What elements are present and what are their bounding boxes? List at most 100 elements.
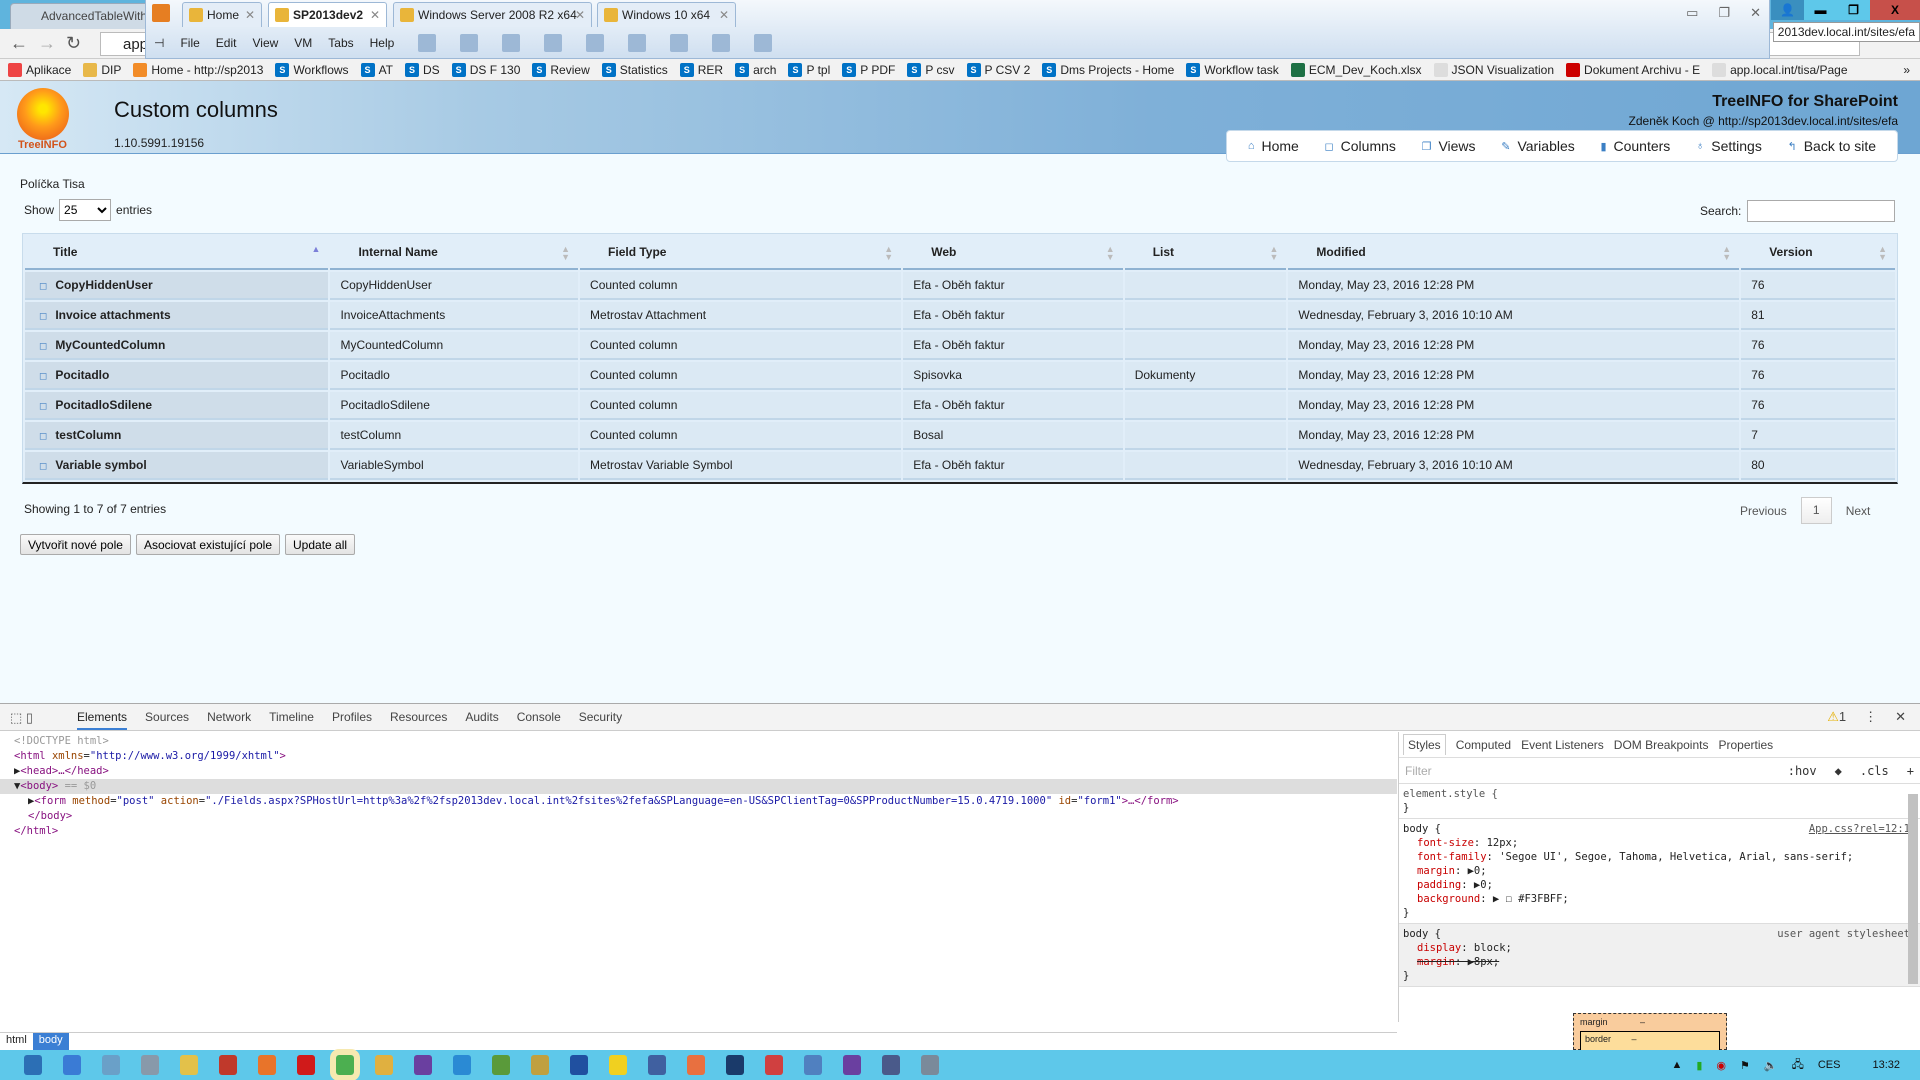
page-button[interactable]: 1 xyxy=(1800,497,1832,524)
taskbar-app-icon[interactable] xyxy=(453,1055,471,1075)
table-row[interactable]: ◻ MyCountedColumn MyCountedColumn Counted c… xyxy=(25,332,1895,360)
taskbar-app-icon[interactable] xyxy=(921,1055,939,1075)
taskbar-app-icon[interactable] xyxy=(258,1055,276,1075)
unity-icon[interactable] xyxy=(670,34,689,52)
volume-icon[interactable]: 🔈 xyxy=(1764,1059,1778,1072)
close-devtools-icon[interactable]: ✕ xyxy=(1895,709,1906,725)
cls-toggle[interactable]: .cls xyxy=(1860,764,1889,778)
dom-line[interactable]: </html> xyxy=(0,824,1397,839)
add-rule-button[interactable]: + xyxy=(1907,764,1914,778)
devtools-tab-timeline[interactable]: Timeline xyxy=(269,710,314,724)
devtools-tab-resources[interactable]: Resources xyxy=(390,710,447,724)
nav-columns[interactable]: ◻ Columns xyxy=(1325,138,1396,154)
rule-source-link[interactable]: App.css?rel=12:1 xyxy=(1809,822,1910,836)
breadcrumb-body[interactable]: body xyxy=(32,1033,69,1050)
style-property[interactable]: padding: ▶0; xyxy=(1403,878,1910,892)
thumbnail-icon[interactable] xyxy=(754,34,773,52)
table-row[interactable]: ◻ Invoice attachments InvoiceAttachments Me… xyxy=(25,302,1895,330)
taskbar-app-icon[interactable] xyxy=(102,1055,120,1075)
taskbar-app-icon[interactable] xyxy=(843,1055,861,1075)
console-icon[interactable] xyxy=(586,34,605,52)
bookmark-item[interactable]: Dokument Archivu - E xyxy=(1566,62,1700,77)
styles-filter[interactable]: Filter :hov ◆ .cls + xyxy=(1399,758,1920,784)
minimize-icon[interactable]: ▬ xyxy=(1804,0,1837,20)
bookmark-item[interactable]: DIP xyxy=(83,62,121,77)
pin-icon[interactable]: ⊣ xyxy=(154,36,164,50)
bookmark-item[interactable]: SP tpl xyxy=(788,62,830,77)
taskbar-app-icon[interactable] xyxy=(687,1055,705,1075)
taskbar-app-icon[interactable] xyxy=(726,1055,744,1075)
column-header-version[interactable]: Version ▲ ▼ xyxy=(1741,236,1895,270)
fullscreen-icon[interactable] xyxy=(628,34,647,52)
taskbar-app-icon[interactable] xyxy=(804,1055,822,1075)
devtools-tab-audits[interactable]: Audits xyxy=(465,710,498,724)
minimize-icon[interactable]: ▭ xyxy=(1686,5,1698,21)
taskbar-app-icon[interactable] xyxy=(330,1049,360,1080)
style-property[interactable]: background: ▶ ☐ #F3FBFF; xyxy=(1403,892,1910,906)
search-input[interactable] xyxy=(1747,200,1896,222)
style-property[interactable]: font-family: 'Segoe UI', Segoe, Tahoma, … xyxy=(1403,850,1910,864)
devtools-tab-sources[interactable]: Sources xyxy=(145,710,189,724)
vm-menu-help[interactable]: Help xyxy=(370,36,395,50)
column-header-title[interactable]: Title ▲ xyxy=(25,236,329,270)
breadcrumb-html[interactable]: html xyxy=(0,1033,33,1050)
table-row[interactable]: ◻ Pocitadlo Pocitadlo Counted column Spisovk… xyxy=(25,362,1895,390)
dom-line[interactable]: ▶<form method="post" action="./Fields.as… xyxy=(0,794,1397,809)
pause-icon[interactable] xyxy=(418,34,437,52)
styles-subtab[interactable]: Styles xyxy=(1403,734,1446,755)
close-icon[interactable]: X xyxy=(1870,0,1920,20)
devtools-tab-security[interactable]: Security xyxy=(579,710,622,724)
taskbar-app-icon[interactable] xyxy=(492,1055,510,1075)
close-tab-icon[interactable]: ✕ xyxy=(719,8,729,22)
column-header-modified[interactable]: Modified ▲ ▼ xyxy=(1288,236,1740,270)
reload-icon[interactable]: ↻ xyxy=(66,33,81,54)
taskbar-app-icon[interactable] xyxy=(414,1055,432,1075)
styles-subtab[interactable]: Event Listeners xyxy=(1521,738,1604,752)
dom-line[interactable]: <html xmlns="http://www.w3.org/1999/xhtm… xyxy=(0,749,1397,764)
dom-line[interactable]: <!DOCTYPE html> xyxy=(0,734,1397,749)
table-row[interactable]: ◻ Variable symbol VariableSymbol Metrostav … xyxy=(25,452,1895,480)
bookmark-item[interactable]: Sarch xyxy=(735,62,776,77)
taskbar-app-icon[interactable] xyxy=(219,1055,237,1075)
taskbar-app-icon[interactable] xyxy=(375,1055,393,1075)
close-icon[interactable]: ✕ xyxy=(1750,5,1761,21)
column-header-web[interactable]: Web ▲ ▼ xyxy=(903,236,1123,270)
manage-icon[interactable] xyxy=(544,34,563,52)
column-header-internal-name[interactable]: Internal Name ▲ ▼ xyxy=(330,236,579,270)
bookmark-item[interactable]: Aplikace xyxy=(8,62,71,77)
color-format-icon[interactable]: ◆ xyxy=(1835,764,1842,778)
associate-field-button[interactable]: Asociovat existující pole xyxy=(135,534,281,555)
taskbar-app-icon[interactable] xyxy=(882,1055,900,1075)
revert-icon[interactable] xyxy=(502,34,521,52)
bookmark-item[interactable]: ECM_Dev_Koch.xlsx xyxy=(1290,62,1422,77)
bookmarks-overflow-button[interactable]: » xyxy=(1903,63,1920,77)
flag-icon[interactable]: ⚑ xyxy=(1740,1059,1750,1072)
vm-menu-vm[interactable]: VM xyxy=(294,36,312,50)
nav-home[interactable]: ⌂ Home xyxy=(1248,138,1299,154)
bookmark-item[interactable]: S RER xyxy=(679,62,723,77)
styles-subtab[interactable]: Properties xyxy=(1718,738,1773,752)
close-tab-icon[interactable]: ✕ xyxy=(245,8,255,22)
cell-title[interactable]: ◻ PocitadloSdilene xyxy=(25,392,329,420)
column-header-list[interactable]: List ▲ ▼ xyxy=(1124,236,1287,270)
styles-subtab[interactable]: DOM Breakpoints xyxy=(1614,738,1709,752)
network-icon[interactable]: 🖧 xyxy=(1792,1056,1804,1075)
tray-expand-icon[interactable]: ▲ xyxy=(1671,1059,1682,1071)
bookmark-item[interactable]: S Dms Projects - Home xyxy=(1042,62,1174,77)
dom-line[interactable]: </body> xyxy=(0,809,1397,824)
create-field-button[interactable]: Vytvořit nové pole xyxy=(20,534,131,555)
vm-tab[interactable]: Windows 10 x64 ✕ xyxy=(597,2,736,27)
nav-settings[interactable]: ♁ Settings xyxy=(1696,138,1762,154)
bookmark-item[interactable]: S DS F 130 xyxy=(451,62,520,77)
cell-title[interactable]: ◻ Pocitadlo xyxy=(25,362,329,390)
cell-title[interactable]: ◻ Invoice attachments xyxy=(25,302,329,330)
vm-tab[interactable]: Windows Server 2008 R2 x64 ✕ xyxy=(393,2,592,27)
clock[interactable]: 13:32 xyxy=(1872,1059,1900,1071)
vm-menu-file[interactable]: File xyxy=(180,36,199,50)
taskbar-app-icon[interactable] xyxy=(648,1055,666,1075)
bookmark-item[interactable]: S Workflow task xyxy=(1186,62,1279,77)
style-property[interactable]: font-size: 12px; xyxy=(1403,836,1910,850)
bookmark-item[interactable]: S Workflows xyxy=(275,62,349,77)
close-tab-icon[interactable]: ✕ xyxy=(575,8,585,22)
previous-button[interactable]: Previous xyxy=(1740,504,1787,518)
